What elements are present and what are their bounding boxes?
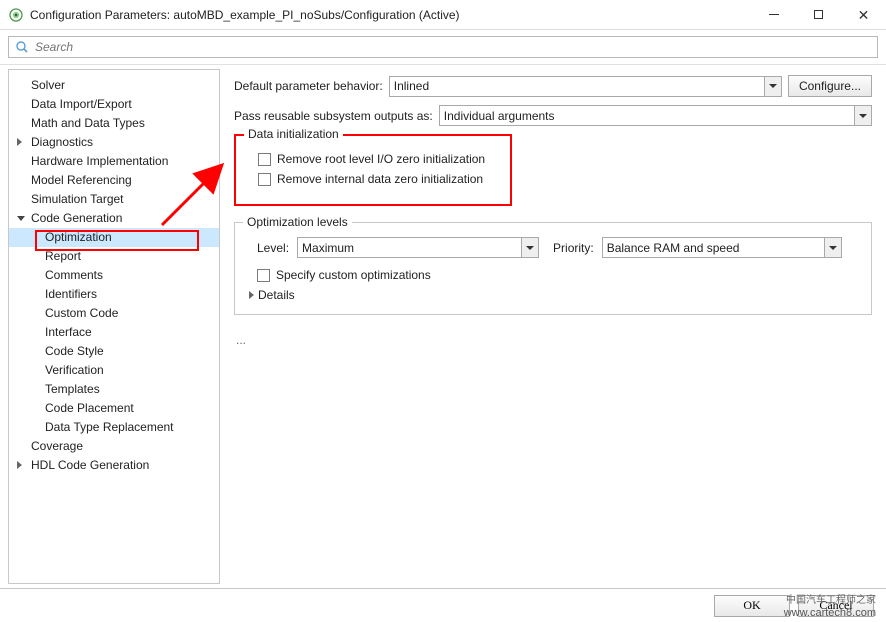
remove-internal-data-checkbox[interactable] xyxy=(258,173,271,186)
tree-item-label: Diagnostics xyxy=(31,135,93,149)
details-expander[interactable]: Details xyxy=(249,288,859,302)
tree-item-label: Solver xyxy=(31,78,65,92)
tree-item-data-import-export[interactable]: Data Import/Export xyxy=(9,95,219,114)
tree-item-hdl-code-generation[interactable]: HDL Code Generation xyxy=(9,456,219,475)
tree-item-diagnostics[interactable]: Diagnostics xyxy=(9,133,219,152)
title-bar: Configuration Parameters: autoMBD_exampl… xyxy=(0,0,886,30)
tree-item-label: Model Referencing xyxy=(31,173,132,187)
level-label: Level: xyxy=(257,241,289,255)
chevron-right-icon xyxy=(17,461,22,469)
tree-item-label: Report xyxy=(45,249,81,263)
tree-item-code-generation[interactable]: Code Generation xyxy=(9,209,219,228)
remove-internal-data-label: Remove internal data zero initialization xyxy=(277,172,483,186)
tree-item-math-and-data-types[interactable]: Math and Data Types xyxy=(9,114,219,133)
app-icon xyxy=(8,7,24,23)
search-input[interactable] xyxy=(33,39,871,55)
tree-item-hardware-implementation[interactable]: Hardware Implementation xyxy=(9,152,219,171)
search-icon xyxy=(15,40,29,54)
chevron-down-icon xyxy=(764,77,781,96)
close-button[interactable]: ✕ xyxy=(841,0,886,29)
tree-item-label: Templates xyxy=(45,382,100,396)
tree-item-custom-code[interactable]: Custom Code xyxy=(9,304,219,323)
ellipsis-text: ... xyxy=(234,333,872,347)
default-param-behavior-label: Default parameter behavior: xyxy=(234,79,383,93)
tree-item-label: Comments xyxy=(45,268,103,282)
tree-item-label: Data Import/Export xyxy=(31,97,132,111)
tree-item-label: Verification xyxy=(45,363,104,377)
details-label: Details xyxy=(258,288,295,302)
chevron-right-icon xyxy=(249,291,254,299)
maximize-button[interactable] xyxy=(796,0,841,29)
tree-item-label: Simulation Target xyxy=(31,192,124,206)
optimization-levels-group: Optimization levels Level: Maximum Prior… xyxy=(234,222,872,315)
tree-item-verification[interactable]: Verification xyxy=(9,361,219,380)
default-param-behavior-value: Inlined xyxy=(394,79,429,93)
tree-item-label: Optimization xyxy=(45,230,112,244)
chevron-down-icon xyxy=(17,216,25,221)
data-initialization-group: Data initialization Remove root level I/… xyxy=(234,134,512,206)
tree-item-label: Code Style xyxy=(45,344,104,358)
specify-custom-label: Specify custom optimizations xyxy=(276,268,431,282)
tree-item-model-referencing[interactable]: Model Referencing xyxy=(9,171,219,190)
tree-item-label: Coverage xyxy=(31,439,83,453)
tree-item-label: Interface xyxy=(45,325,92,339)
priority-select[interactable]: Balance RAM and speed xyxy=(602,237,842,258)
chevron-right-icon xyxy=(17,138,22,146)
tree-item-identifiers[interactable]: Identifiers xyxy=(9,285,219,304)
tree-item-data-type-replacement[interactable]: Data Type Replacement xyxy=(9,418,219,437)
pass-reusable-value: Individual arguments xyxy=(444,109,555,123)
tree-item-label: Code Generation xyxy=(31,211,122,225)
minimize-button[interactable] xyxy=(751,0,796,29)
tree-item-coverage[interactable]: Coverage xyxy=(9,437,219,456)
priority-value: Balance RAM and speed xyxy=(607,241,740,255)
cancel-button[interactable]: Cancel xyxy=(798,595,874,617)
tree-item-interface[interactable]: Interface xyxy=(9,323,219,342)
tree-item-label: Code Placement xyxy=(45,401,134,415)
nav-tree-panel: Solver Data Import/Export Math and Data Ty… xyxy=(8,69,220,584)
tree-item-code-style[interactable]: Code Style xyxy=(9,342,219,361)
dialog-footer: OK Cancel 中国汽车工程师之家 www.cartech8.com xyxy=(0,588,886,622)
tree-item-templates[interactable]: Templates xyxy=(9,380,219,399)
search-bar xyxy=(0,30,886,65)
tree-item-label: Identifiers xyxy=(45,287,97,301)
tree-item-simulation-target[interactable]: Simulation Target xyxy=(9,190,219,209)
data-init-title: Data initialization xyxy=(244,127,343,141)
tree-item-label: HDL Code Generation xyxy=(31,458,149,472)
specify-custom-checkbox[interactable] xyxy=(257,269,270,282)
tree-item-label: Custom Code xyxy=(45,306,118,320)
tree-item-code-placement[interactable]: Code Placement xyxy=(9,399,219,418)
tree-item-comments[interactable]: Comments xyxy=(9,266,219,285)
configure-button[interactable]: Configure... xyxy=(788,75,872,97)
pass-reusable-select[interactable]: Individual arguments xyxy=(439,105,872,126)
pass-reusable-label: Pass reusable subsystem outputs as: xyxy=(234,109,433,123)
search-box[interactable] xyxy=(8,36,878,58)
priority-label: Priority: xyxy=(553,241,594,255)
level-select[interactable]: Maximum xyxy=(297,237,539,258)
tree-item-label: Data Type Replacement xyxy=(45,420,174,434)
default-param-behavior-select[interactable]: Inlined xyxy=(389,76,782,97)
tree-item-solver[interactable]: Solver xyxy=(9,76,219,95)
opt-levels-title: Optimization levels xyxy=(243,215,352,229)
remove-root-io-checkbox[interactable] xyxy=(258,153,271,166)
chevron-down-icon xyxy=(854,106,871,125)
remove-root-io-label: Remove root level I/O zero initializatio… xyxy=(277,152,485,166)
chevron-down-icon xyxy=(521,238,538,257)
window-title: Configuration Parameters: autoMBD_exampl… xyxy=(30,8,751,22)
tree-item-optimization[interactable]: Optimization xyxy=(9,228,219,247)
level-value: Maximum xyxy=(302,241,354,255)
tree-item-report[interactable]: Report xyxy=(9,247,219,266)
ok-button[interactable]: OK xyxy=(714,595,790,617)
tree-item-label: Math and Data Types xyxy=(31,116,145,130)
content-panel: Default parameter behavior: Inlined Conf… xyxy=(220,65,886,588)
chevron-down-icon xyxy=(824,238,841,257)
tree-item-label: Hardware Implementation xyxy=(31,154,168,168)
